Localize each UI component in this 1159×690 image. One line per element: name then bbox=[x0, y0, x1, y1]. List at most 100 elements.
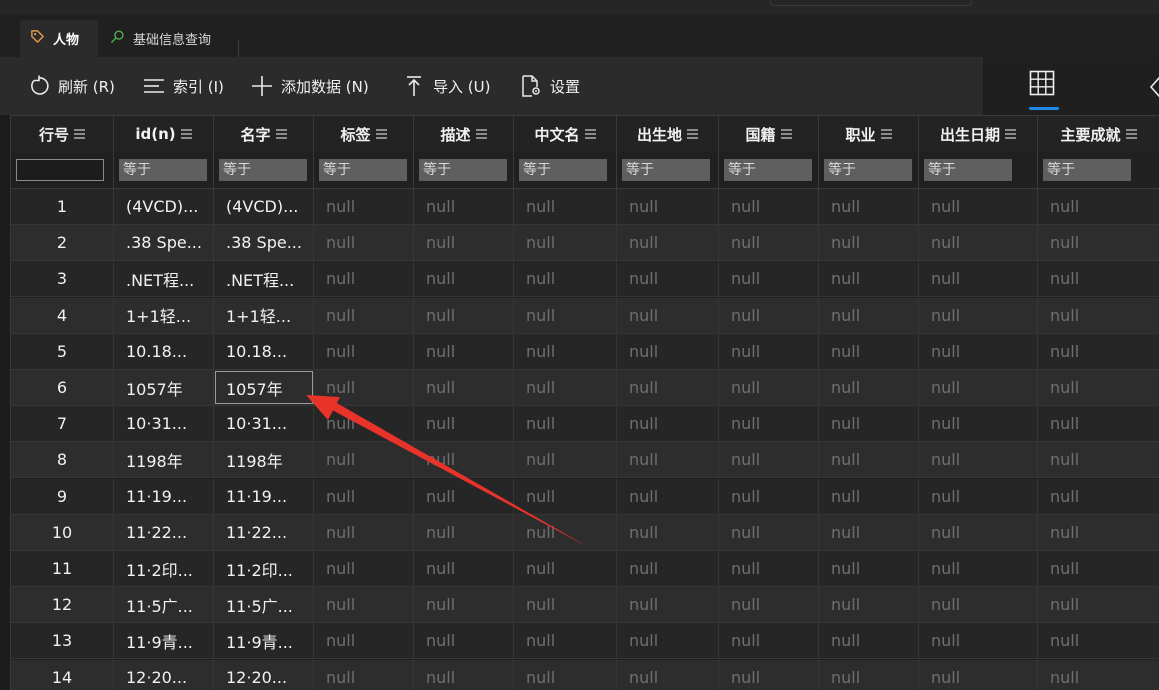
table-cell[interactable]: .38 Spe... bbox=[114, 225, 214, 261]
column-menu-icon[interactable] bbox=[880, 129, 892, 139]
table-cell[interactable]: 11·9青... bbox=[214, 623, 314, 659]
table-row[interactable]: 5 10.18... 10.18... null null null null null nul… bbox=[11, 333, 1159, 370]
table-cell[interactable]: null bbox=[819, 514, 919, 550]
table-cell[interactable]: null bbox=[514, 189, 617, 224]
table-cell[interactable]: null bbox=[919, 189, 1038, 224]
table-cell[interactable]: null bbox=[514, 659, 617, 690]
table-cell[interactable]: null bbox=[719, 333, 819, 369]
table-cell[interactable]: null bbox=[414, 297, 514, 333]
table-cell[interactable]: null bbox=[617, 406, 719, 442]
table-cell[interactable]: null bbox=[514, 370, 617, 405]
table-cell[interactable]: 1+1轻... bbox=[114, 297, 214, 333]
table-cell[interactable]: 12·20... bbox=[214, 659, 314, 690]
table-cell[interactable]: null bbox=[1038, 442, 1159, 477]
table-cell[interactable]: null bbox=[1038, 261, 1159, 296]
table-cell[interactable]: null bbox=[314, 478, 414, 514]
table-cell[interactable]: null bbox=[919, 261, 1038, 297]
table-row[interactable]: 10 11·22... 11·22... null null null null null nu… bbox=[11, 514, 1159, 551]
column-filter-input[interactable]: 等于 bbox=[622, 159, 710, 181]
table-cell[interactable]: null bbox=[414, 261, 514, 297]
table-cell[interactable]: null bbox=[719, 623, 819, 659]
column-filter-input[interactable]: 等于 bbox=[119, 159, 207, 181]
table-cell[interactable]: null bbox=[719, 587, 819, 623]
table-cell[interactable]: null bbox=[617, 225, 719, 261]
table-cell[interactable]: null bbox=[617, 659, 719, 690]
column-header[interactable]: 行号 bbox=[11, 116, 114, 152]
table-cell[interactable]: null bbox=[819, 478, 919, 514]
table-cell[interactable]: null bbox=[414, 370, 514, 405]
column-header[interactable]: 出生日期 bbox=[919, 116, 1038, 152]
table-cell[interactable]: null bbox=[314, 587, 414, 623]
table-cell[interactable]: null bbox=[514, 333, 617, 369]
table-cell[interactable]: null bbox=[719, 406, 819, 442]
column-filter-input[interactable]: 等于 bbox=[1043, 159, 1131, 181]
table-cell[interactable]: null bbox=[919, 370, 1038, 405]
table-cell[interactable]: null bbox=[414, 514, 514, 550]
table-row[interactable]: 4 1+1轻... 1+1轻... null null null null null null n… bbox=[11, 297, 1159, 334]
table-cell[interactable]: null bbox=[617, 261, 719, 297]
table-row[interactable]: 3 .NET程... .NET程... null null null null null nul… bbox=[11, 261, 1159, 298]
table-cell[interactable]: null bbox=[1038, 406, 1159, 441]
table-cell[interactable]: null bbox=[514, 623, 617, 659]
table-cell[interactable]: null bbox=[1038, 660, 1159, 690]
table-cell[interactable]: 11·9青... bbox=[114, 623, 214, 659]
table-cell[interactable]: null bbox=[1038, 515, 1159, 550]
table-cell[interactable]: null bbox=[1038, 587, 1159, 622]
index-button[interactable]: 索引 (I) bbox=[143, 71, 224, 101]
table-cell[interactable]: (4VCD)... bbox=[214, 189, 314, 224]
column-header[interactable]: 国籍 bbox=[719, 116, 819, 152]
table-cell[interactable]: null bbox=[414, 623, 514, 659]
table-cell[interactable]: null bbox=[314, 370, 414, 405]
table-cell[interactable]: null bbox=[514, 225, 617, 261]
table-cell[interactable]: 10·31... bbox=[114, 406, 214, 442]
table-cell[interactable]: null bbox=[617, 514, 719, 550]
table-cell[interactable]: null bbox=[414, 442, 514, 478]
grid-view-icon[interactable] bbox=[1029, 70, 1055, 100]
table-cell[interactable]: null bbox=[719, 551, 819, 586]
table-cell[interactable]: null bbox=[919, 442, 1038, 478]
column-header[interactable]: 名字 bbox=[214, 116, 314, 152]
table-cell[interactable]: null bbox=[314, 406, 414, 442]
table-cell[interactable]: null bbox=[314, 442, 414, 478]
table-cell[interactable]: 10.18... bbox=[214, 333, 314, 369]
column-header[interactable]: id(n) bbox=[114, 116, 214, 152]
diamond-icon[interactable] bbox=[1149, 77, 1159, 97]
table-cell[interactable]: null bbox=[719, 297, 819, 333]
table-cell[interactable]: 11·5广... bbox=[214, 587, 314, 623]
refresh-button[interactable]: 刷新 (R) bbox=[28, 71, 115, 101]
column-menu-icon[interactable] bbox=[275, 129, 287, 139]
table-cell[interactable]: null bbox=[919, 333, 1038, 369]
column-menu-icon[interactable] bbox=[584, 129, 596, 139]
table-row[interactable]: 8 1198年 1198年 null null null null null null null n… bbox=[11, 442, 1159, 479]
column-filter-input[interactable]: 等于 bbox=[219, 159, 307, 181]
table-cell[interactable]: null bbox=[314, 225, 414, 261]
table-cell[interactable]: null bbox=[617, 333, 719, 369]
table-row[interactable]: 6 1057年 1057年 null null null null null null null n… bbox=[11, 370, 1159, 406]
table-cell[interactable]: null bbox=[617, 551, 719, 586]
table-cell[interactable]: null bbox=[314, 189, 414, 224]
table-cell[interactable]: null bbox=[1038, 189, 1159, 224]
table-cell[interactable]: null bbox=[819, 442, 919, 478]
table-cell[interactable]: null bbox=[514, 442, 617, 478]
table-cell[interactable]: null bbox=[719, 659, 819, 690]
table-cell[interactable]: null bbox=[919, 406, 1038, 442]
column-header[interactable]: 中文名 bbox=[514, 116, 617, 152]
table-cell[interactable]: null bbox=[617, 370, 719, 405]
table-cell[interactable]: null bbox=[819, 587, 919, 623]
table-cell[interactable]: null bbox=[314, 261, 414, 297]
column-filter-input[interactable]: 等于 bbox=[924, 159, 1012, 181]
table-cell[interactable]: 11·2印... bbox=[114, 551, 214, 586]
column-menu-icon[interactable] bbox=[1005, 129, 1016, 139]
import-button[interactable]: 导入 (U) bbox=[403, 71, 490, 101]
table-cell[interactable]: null bbox=[617, 623, 719, 659]
table-cell[interactable]: null bbox=[819, 225, 919, 261]
table-cell[interactable]: null bbox=[1038, 298, 1159, 333]
column-filter-input[interactable]: 等于 bbox=[519, 159, 607, 181]
column-header[interactable]: 主要成就 bbox=[1038, 116, 1159, 152]
table-cell[interactable]: null bbox=[719, 514, 819, 550]
column-header[interactable]: 标签 bbox=[314, 116, 414, 152]
table-row[interactable]: 2.38 Spe... .38 Spe... null null null null nul… bbox=[11, 225, 1159, 262]
table-cell[interactable]: 11·2印... bbox=[214, 551, 314, 586]
table-cell[interactable]: null bbox=[314, 551, 414, 586]
table-cell[interactable]: null bbox=[819, 333, 919, 369]
